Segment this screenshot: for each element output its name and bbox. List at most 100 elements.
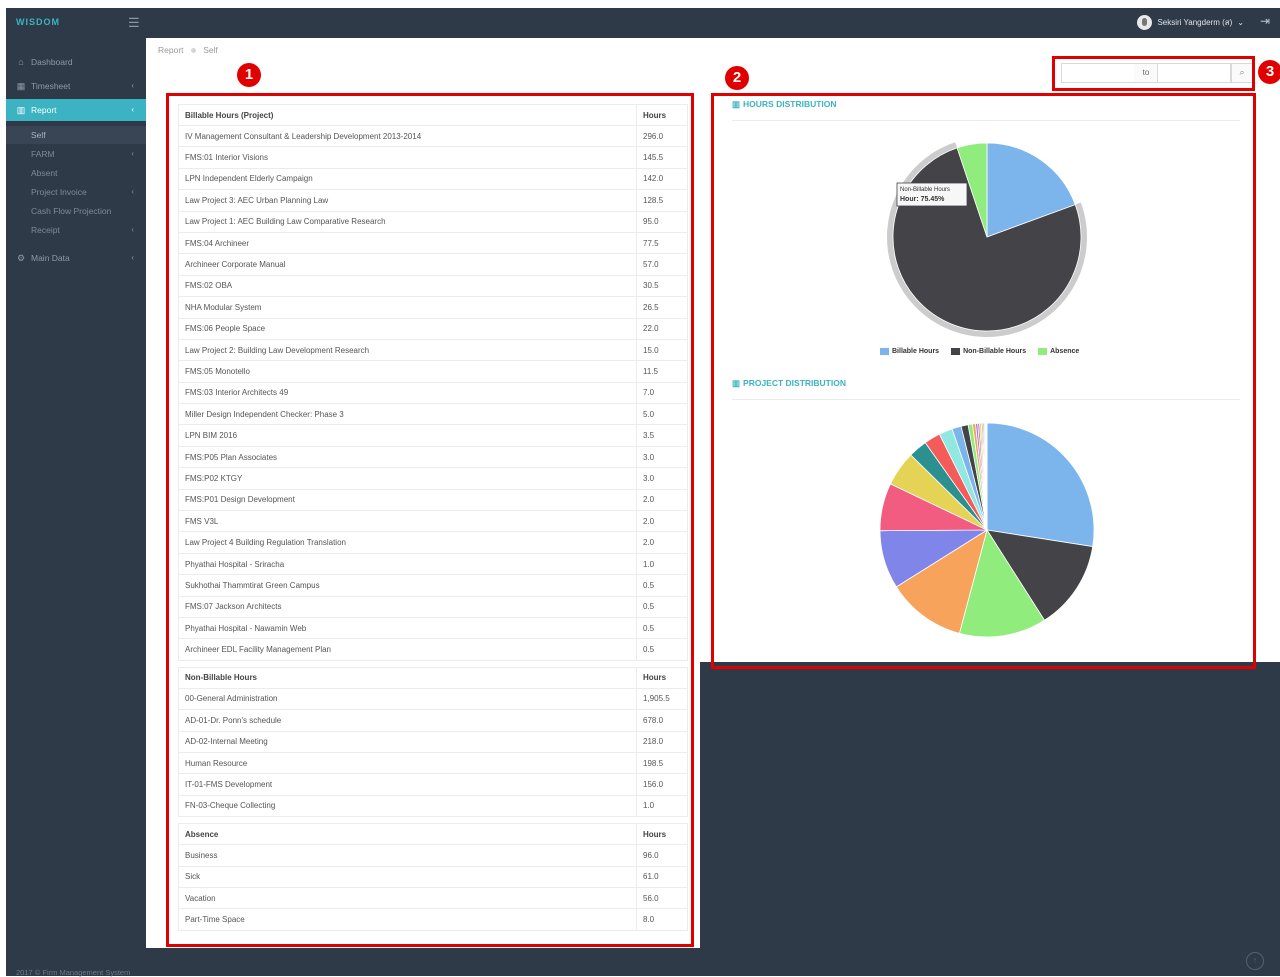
row-hours: 3.5 [637, 425, 688, 446]
app-logo[interactable]: WISDOM [16, 17, 86, 29]
breadcrumb-separator-icon [191, 48, 196, 53]
table-row: LPN BIM 20163.5 [179, 425, 688, 446]
row-hours: 3.0 [637, 446, 688, 467]
logout-icon[interactable]: ⇥ [1260, 14, 1270, 28]
table-row: Archineer Corporate Manual57.0 [179, 254, 688, 275]
avatar [1137, 15, 1152, 30]
row-label: Vacation [179, 887, 637, 908]
sidebar-item-main-data[interactable]: ⚙ Main Data ‹ [6, 247, 146, 269]
table-row: Sick61.0 [179, 866, 688, 887]
table-row: AD-01-Dr. Ponn's schedule678.0 [179, 710, 688, 731]
sidebar-item-dashboard[interactable]: ⌂ Dashboard [6, 51, 146, 73]
table-row: Law Project 1: AEC Building Law Comparat… [179, 211, 688, 232]
table-row: FMS:03 Interior Architects 497.0 [179, 382, 688, 403]
sidebar-subitem-project-invoice[interactable]: Project Invoice ‹ [6, 183, 146, 201]
row-label: LPN Independent Elderly Campaign [179, 168, 637, 189]
annotation-marker-1: 1 [237, 63, 261, 87]
row-hours: 1.0 [637, 553, 688, 574]
sidebar-subitem-label: Self [31, 126, 46, 144]
sidebar-subitem-label: FARM [31, 145, 55, 163]
breadcrumb-self: Self [203, 45, 218, 55]
page-bottom-strip [146, 948, 700, 976]
row-label: Miller Design Independent Checker: Phase… [179, 404, 637, 425]
row-hours: 7.0 [637, 382, 688, 403]
sidebar-subitem-label: Absent [31, 164, 57, 182]
row-hours: 142.0 [637, 168, 688, 189]
row-hours: 678.0 [637, 710, 688, 731]
user-menu[interactable]: Seksiri Yangderm (ส) ⌄ [1137, 15, 1244, 30]
row-label: FMS:01 Interior Visions [179, 147, 637, 168]
sidebar-subitem-farm[interactable]: FARM ‹ [6, 145, 146, 163]
page-background-fill [700, 662, 1280, 976]
section-title-text: PROJECT DISTRIBUTION [743, 378, 846, 388]
row-label: Phyathai Hospital - Sriracha [179, 553, 637, 574]
table-row: Vacation56.0 [179, 887, 688, 908]
legend-label: Non-Billable Hours [963, 348, 1026, 355]
sidebar: ⌂ Dashboard ▦ Timesheet ‹ ▥ Report ‹ Sel… [6, 38, 146, 976]
sidebar-subitem-receipt[interactable]: Receipt ‹ [6, 221, 146, 239]
row-label: NHA Modular System [179, 297, 637, 318]
row-label: Archineer Corporate Manual [179, 254, 637, 275]
annotation-marker-2: 2 [725, 66, 749, 90]
row-hours: 22.0 [637, 318, 688, 339]
table-row: 00-General Administration1,905.5 [179, 688, 688, 709]
sidebar-subitem-cash-flow[interactable]: Cash Flow Projection [6, 202, 146, 220]
sidebar-item-label: Report [31, 99, 57, 121]
sidebar-item-timesheet[interactable]: ▦ Timesheet ‹ [6, 75, 146, 97]
row-hours: 2.0 [637, 532, 688, 553]
row-label: FMS:07 Jackson Architects [179, 596, 637, 617]
legend-item[interactable]: Non-Billable Hours [951, 348, 1026, 355]
row-hours: 1,905.5 [637, 688, 688, 709]
sidebar-subitem-self[interactable]: Self [6, 126, 146, 144]
chevron-left-icon: ‹ [131, 247, 134, 269]
table-row: Business96.0 [179, 845, 688, 866]
table-row: FMS:P02 KTGY3.0 [179, 468, 688, 489]
row-hours: 77.5 [637, 232, 688, 253]
row-label: IV Management Consultant & Leadership De… [179, 126, 637, 147]
row-label: FMS:03 Interior Architects 49 [179, 382, 637, 403]
legend-item[interactable]: Absence [1038, 348, 1079, 355]
row-label: LPN BIM 2016 [179, 425, 637, 446]
table-row: Part-Time Space8.0 [179, 909, 688, 930]
row-label: FMS:P02 KTGY [179, 468, 637, 489]
tooltip-value: Hour: 75.45% [900, 196, 945, 203]
row-hours: 1.0 [637, 795, 688, 816]
row-hours: 15.0 [637, 339, 688, 360]
table-row: FMS:01 Interior Visions145.5 [179, 147, 688, 168]
row-hours: 198.5 [637, 752, 688, 773]
row-hours: 156.0 [637, 774, 688, 795]
scroll-top-icon[interactable]: ↑ [1246, 952, 1264, 970]
chart-icon: ▥ [16, 99, 26, 121]
table-row: Law Project 4 Building Regulation Transl… [179, 532, 688, 553]
row-label: Human Resource [179, 752, 637, 773]
menu-toggle-icon[interactable]: ☰ [128, 15, 140, 31]
legend-item[interactable]: Billable Hours [880, 348, 939, 355]
sidebar-item-label: Dashboard [31, 51, 73, 73]
legend-swatch [951, 348, 960, 355]
row-label: FMS:06 People Space [179, 318, 637, 339]
row-hours: 0.5 [637, 617, 688, 638]
row-label: FN-03-Cheque Collecting [179, 795, 637, 816]
pie-slice[interactable] [987, 423, 1094, 547]
breadcrumb-report[interactable]: Report [158, 45, 184, 55]
table-row: NHA Modular System26.5 [179, 297, 688, 318]
row-label: FMS:P05 Plan Associates [179, 446, 637, 467]
row-hours: 5.0 [637, 404, 688, 425]
column-header-hours: Hours [637, 667, 688, 688]
table-row: FMS:05 Monotello11.5 [179, 361, 688, 382]
chevron-left-icon: ‹ [131, 99, 134, 121]
legend-swatch [880, 348, 889, 355]
row-label: Law Project 4 Building Regulation Transl… [179, 532, 637, 553]
hours-pie-group [887, 142, 1087, 337]
row-hours: 3.0 [637, 468, 688, 489]
row-label: Sick [179, 866, 637, 887]
sidebar-subitem-label: Project Invoice [31, 183, 87, 201]
row-hours: 0.5 [637, 639, 688, 660]
chevron-left-icon: ‹ [131, 221, 134, 239]
table-row: Sukhothai Thammtirat Green Campus0.5 [179, 575, 688, 596]
sidebar-subitem-absent[interactable]: Absent [6, 164, 146, 182]
chart-icon: ▥ [732, 99, 740, 109]
sidebar-item-report[interactable]: ▥ Report ‹ [6, 99, 146, 121]
table-row: FMS V3L2.0 [179, 511, 688, 532]
annotation-box-3 [1052, 56, 1255, 91]
